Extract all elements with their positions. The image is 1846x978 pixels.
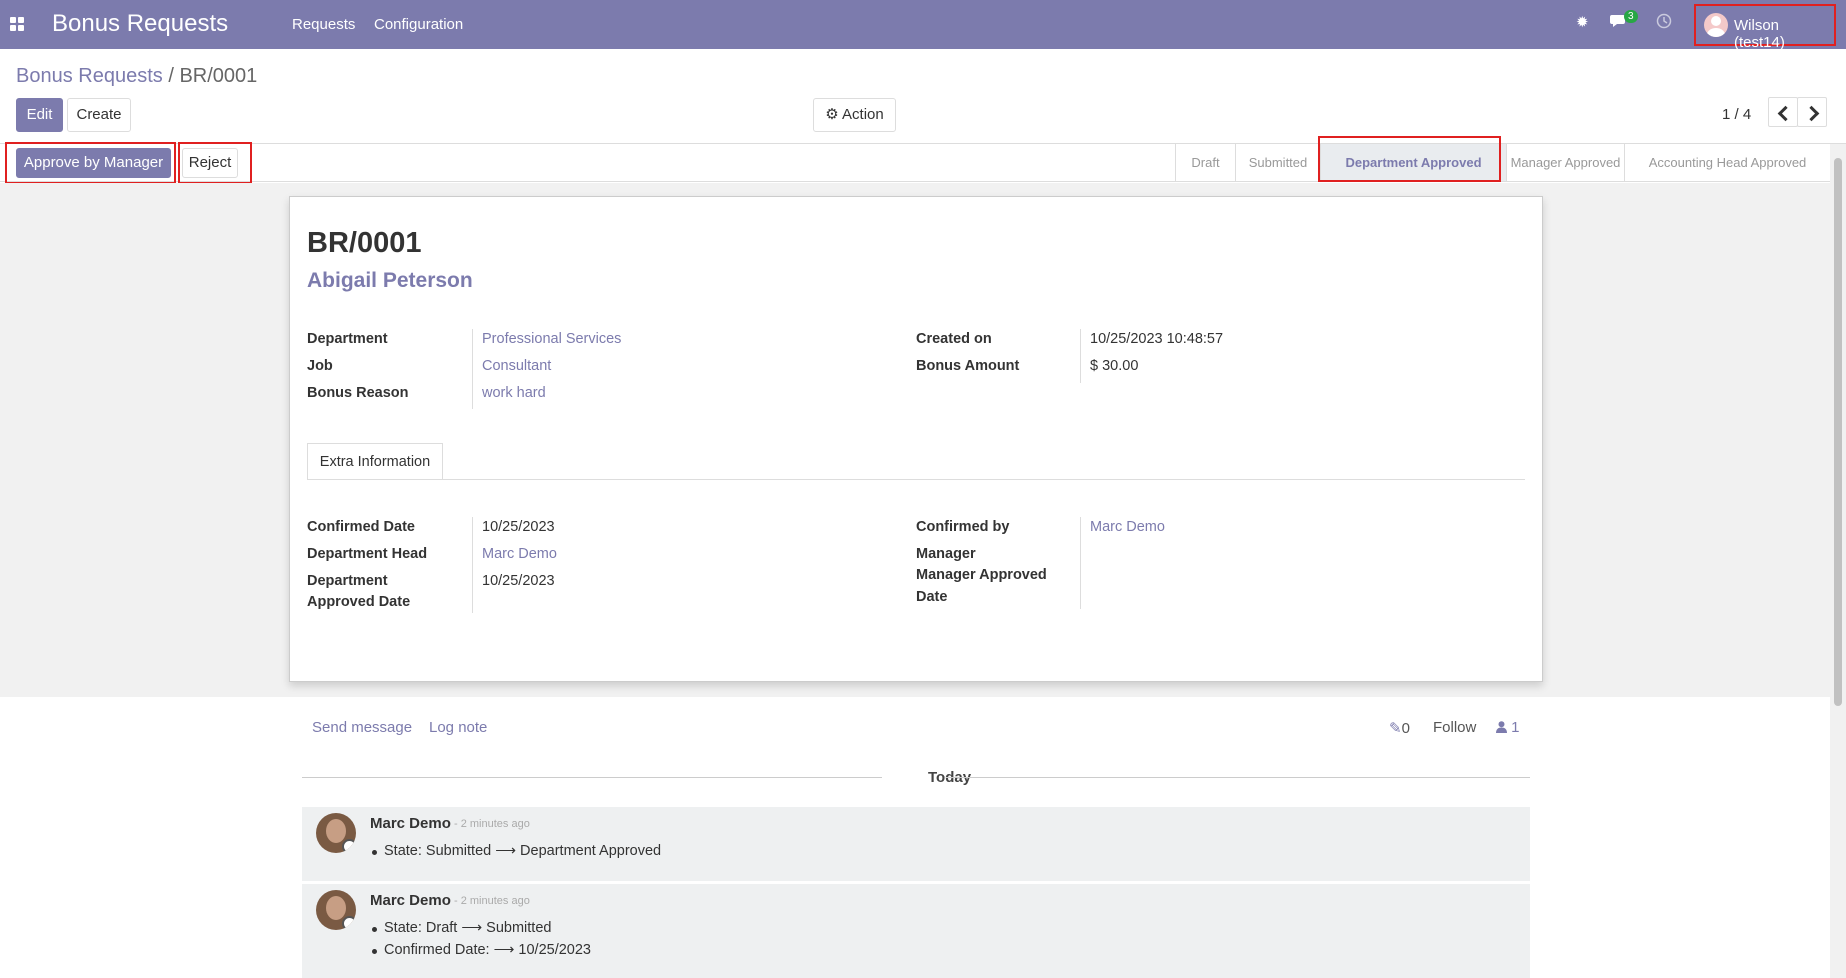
message-time: - 2 minutes ago bbox=[454, 895, 530, 907]
author-avatar[interactable] bbox=[316, 890, 356, 930]
attachments-button[interactable]: ✎0 bbox=[1389, 719, 1410, 737]
action-label: Action bbox=[842, 106, 884, 123]
chatter: Send message Log note ✎0 Follow 1 Today … bbox=[0, 697, 1830, 978]
breadcrumb: Bonus Requests / BR/0001 bbox=[16, 65, 257, 88]
activity-clock-icon[interactable] bbox=[1656, 13, 1672, 35]
chatter-message: Marc Demo - 2 minutes ago State: Draft ⟶… bbox=[302, 884, 1530, 978]
top-navbar: Bonus Requests Requests Configuration ✹ … bbox=[0, 0, 1846, 51]
stage-accounting-head-approved[interactable]: Accounting Head Approved bbox=[1624, 144, 1830, 181]
left-field-separator bbox=[472, 329, 473, 409]
today-divider-left bbox=[302, 777, 882, 778]
followers-count: 1 bbox=[1511, 719, 1520, 736]
bonus-reason-value[interactable]: work hard bbox=[482, 383, 546, 404]
gear-icon: ⚙ bbox=[825, 106, 839, 123]
confirmed-date-label: Confirmed Date bbox=[307, 519, 415, 535]
chatter-message: Marc Demo - 2 minutes ago State: Submitt… bbox=[302, 807, 1530, 881]
extra-left-separator bbox=[472, 517, 473, 613]
scrollbar-thumb[interactable] bbox=[1834, 158, 1842, 706]
job-value[interactable]: Consultant bbox=[482, 356, 551, 377]
approve-by-manager-button[interactable]: Approve by Manager bbox=[16, 148, 171, 178]
confirmed-date-value: 10/25/2023 bbox=[482, 519, 555, 535]
record-name: BR/0001 bbox=[307, 227, 422, 259]
send-message-button[interactable]: Send message bbox=[312, 719, 412, 736]
edit-button[interactable]: Edit bbox=[16, 98, 63, 132]
debug-bug-icon[interactable]: ✹ bbox=[1576, 13, 1589, 35]
manager-approved-label-line1: Manager Approved bbox=[916, 567, 1047, 583]
paperclip-icon: ✎ bbox=[1389, 720, 1402, 737]
employee-link[interactable]: Abigail Peterson bbox=[307, 269, 473, 293]
attachments-count: 0 bbox=[1401, 720, 1410, 737]
confirmed-by-label: Confirmed by bbox=[916, 519, 1010, 535]
messages-count-badge: 3 bbox=[1624, 10, 1638, 23]
message-author[interactable]: Marc Demo bbox=[370, 892, 451, 909]
user-menu[interactable]: Wilson (test14) bbox=[1694, 4, 1836, 51]
job-label: Job bbox=[307, 358, 333, 374]
department-approved-label-line2: Approved Date bbox=[307, 594, 411, 610]
messaging-icon[interactable]: 3 bbox=[1610, 10, 1638, 35]
department-head-value[interactable]: Marc Demo bbox=[482, 544, 557, 565]
user-icon bbox=[1496, 721, 1507, 733]
log-note-button[interactable]: Log note bbox=[429, 719, 487, 736]
stage-draft[interactable]: Draft bbox=[1175, 144, 1235, 181]
department-label: Department bbox=[307, 331, 388, 347]
author-avatar[interactable] bbox=[316, 813, 356, 853]
stage-manager-approved[interactable]: Manager Approved bbox=[1506, 144, 1624, 181]
breadcrumb-separator: / bbox=[168, 65, 174, 87]
pager-previous-button[interactable] bbox=[1768, 97, 1798, 127]
apps-menu-icon[interactable] bbox=[10, 17, 24, 31]
department-approved-label-line1: Department bbox=[307, 573, 388, 589]
tracking-line: State: Draft ⟶ Submitted bbox=[371, 920, 552, 936]
pager-next-button[interactable] bbox=[1797, 97, 1827, 127]
message-time: - 2 minutes ago bbox=[454, 818, 530, 830]
vertical-scrollbar[interactable] bbox=[1830, 144, 1846, 978]
extra-right-separator bbox=[1080, 517, 1081, 609]
menu-configuration[interactable]: Configuration bbox=[374, 16, 463, 33]
stage-submitted[interactable]: Submitted bbox=[1235, 144, 1320, 181]
app-title: Bonus Requests bbox=[52, 10, 229, 37]
tab-extra-information[interactable]: Extra Information bbox=[307, 443, 443, 480]
right-field-separator bbox=[1080, 329, 1081, 383]
created-on-label: Created on bbox=[916, 331, 992, 347]
confirmed-by-value[interactable]: Marc Demo bbox=[1090, 517, 1165, 538]
manager-label: Manager bbox=[916, 546, 976, 562]
create-button[interactable]: Create bbox=[67, 98, 131, 132]
bonus-amount-label: Bonus Amount bbox=[916, 358, 1020, 374]
pager-value[interactable]: 1 / 4 bbox=[1722, 106, 1751, 123]
control-panel: Bonus Requests / BR/0001 Edit Create ⚙ A… bbox=[0, 49, 1846, 144]
user-avatar bbox=[1704, 13, 1728, 37]
bonus-reason-label: Bonus Reason bbox=[307, 385, 409, 401]
message-author[interactable]: Marc Demo bbox=[370, 815, 451, 832]
follow-button[interactable]: Follow bbox=[1433, 719, 1476, 736]
tab-underline bbox=[307, 479, 1525, 480]
today-divider-right bbox=[946, 777, 1530, 778]
department-approved-date-value: 10/25/2023 bbox=[482, 573, 555, 589]
followers-button[interactable]: 1 bbox=[1496, 719, 1520, 736]
breadcrumb-current: BR/0001 bbox=[179, 65, 258, 87]
active-stage-highlight-box bbox=[1318, 136, 1501, 182]
bonus-amount-value: $ 30.00 bbox=[1090, 358, 1139, 374]
manager-approved-label-line2: Date bbox=[916, 589, 948, 605]
status-bar: Approve by Manager Reject Draft Submitte… bbox=[0, 136, 1830, 184]
created-on-value: 10/25/2023 10:48:57 bbox=[1090, 331, 1224, 347]
breadcrumb-parent-link[interactable]: Bonus Requests bbox=[16, 65, 163, 87]
tracking-line: State: Submitted ⟶ Department Approved bbox=[371, 843, 662, 859]
department-head-label: Department Head bbox=[307, 546, 428, 562]
user-name: Wilson (test14) bbox=[1734, 17, 1785, 51]
action-button[interactable]: ⚙ Action bbox=[813, 98, 896, 132]
menu-requests[interactable]: Requests bbox=[292, 16, 355, 33]
form-sheet: BR/0001 Abigail Peterson Department Prof… bbox=[289, 196, 1543, 682]
tracking-line: Confirmed Date: ⟶ 10/25/2023 bbox=[372, 942, 591, 958]
department-value[interactable]: Professional Services bbox=[482, 329, 621, 350]
reject-button[interactable]: Reject bbox=[182, 148, 238, 178]
